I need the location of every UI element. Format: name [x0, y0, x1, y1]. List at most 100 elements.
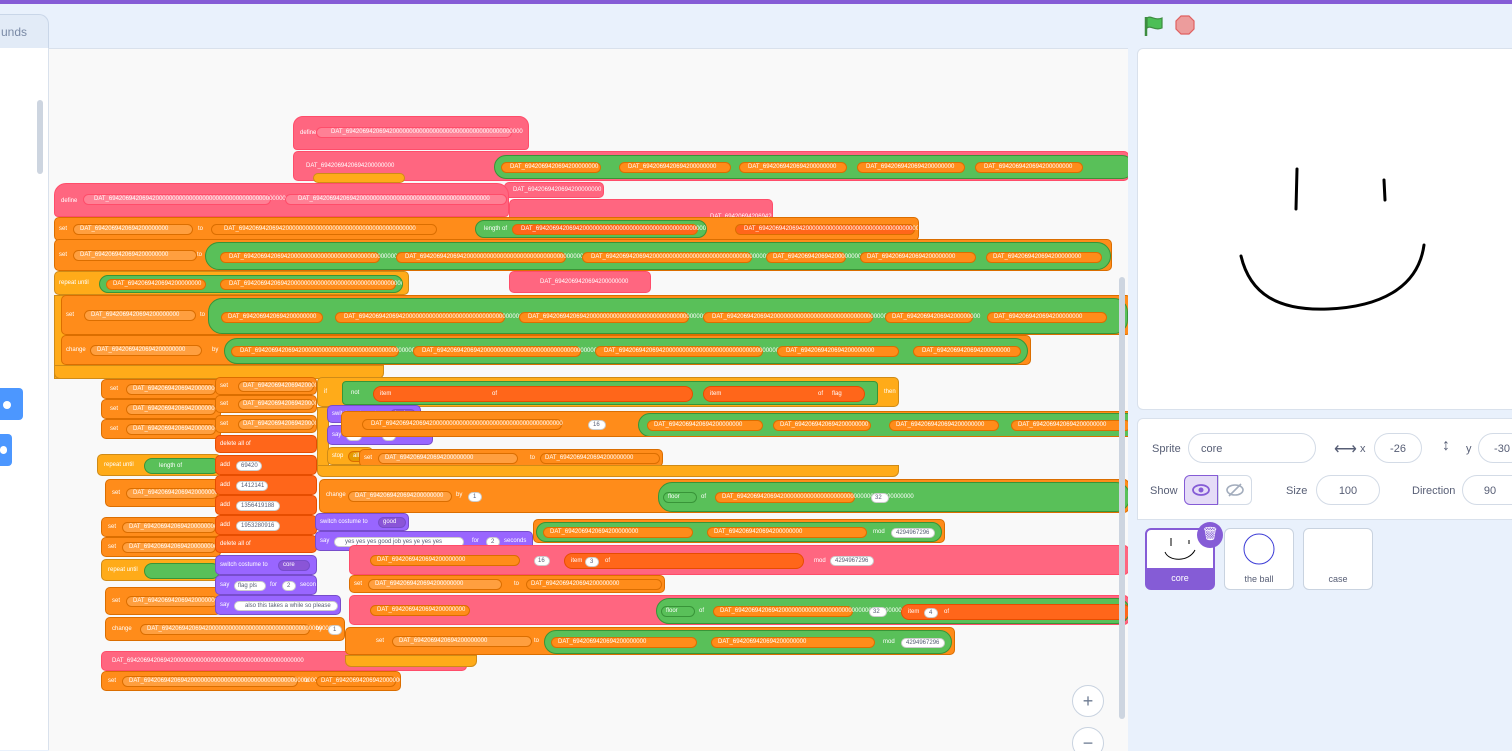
- reporter[interactable]: DAT_6942069420694200000000: [777, 346, 899, 357]
- var-dropdown[interactable]: DAT_6942069420694200000000: [126, 404, 220, 415]
- reporter[interactable]: DAT_6942069420694200000000: [647, 420, 763, 431]
- number-input[interactable]: 4294967296: [891, 528, 935, 538]
- reporter[interactable]: DAT_6942069420694200000000: [766, 252, 861, 263]
- sprite-thumb-case[interactable]: case: [1303, 528, 1373, 590]
- floor-dropdown[interactable]: floor: [661, 606, 695, 617]
- define-arg[interactable]: DAT_694206942069420000000000000000000000…: [316, 127, 523, 138]
- set-block-8[interactable]: set DAT_6942069420694200000000: [101, 517, 221, 537]
- reporter[interactable]: DAT_694206942069420000000000000000000000…: [413, 346, 614, 357]
- var-dropdown[interactable]: DAT_6942069420694200000000: [126, 424, 220, 435]
- switch-costume-good[interactable]: switch costume to good: [315, 513, 409, 531]
- delete-sprite-button[interactable]: 🗑: [1197, 522, 1223, 548]
- show-hidden-button[interactable]: [1218, 475, 1252, 505]
- var-dropdown[interactable]: DAT_6942069420694200000000: [348, 491, 452, 502]
- item-op-3[interactable]: item 3 of: [564, 553, 804, 569]
- reporter[interactable]: DAT_6942069420694200000000: [857, 162, 965, 173]
- y-input[interactable]: -30: [1478, 433, 1512, 463]
- var-dropdown[interactable]: DAT_6942069420694200000000: [73, 224, 193, 235]
- reporter[interactable]: DAT_6942069420694200000000: [619, 162, 731, 173]
- item-op[interactable]: item of: [373, 386, 693, 402]
- size-input[interactable]: 100: [1316, 475, 1380, 505]
- set-block-m2[interactable]: set DAT_6942069420694200000000: [215, 395, 317, 413]
- reporter[interactable]: DAT_694206942069420000000000000000000000…: [595, 346, 796, 357]
- set-block-15[interactable]: set DAT_6942069420694200000000 to DAT_69420…: [345, 627, 955, 655]
- sprite-thumb-the-ball[interactable]: the ball: [1224, 528, 1294, 590]
- set-block-7[interactable]: set DAT_6942069420694200000000: [105, 479, 221, 507]
- set-block-5[interactable]: set DAT_6942069420694200000000: [101, 399, 221, 419]
- code-workspace[interactable]: define DAT_69420694206942000000000000000…: [49, 48, 1128, 751]
- number-input[interactable]: 16: [588, 420, 606, 430]
- number-input[interactable]: 1412141: [236, 481, 268, 491]
- reporter[interactable]: DAT_6942069420694200000000: [711, 637, 875, 648]
- switch-costume-core[interactable]: switch costume to core: [215, 555, 317, 575]
- reporter[interactable]: DAT_6942069420694200000000: [540, 453, 660, 464]
- number-input[interactable]: 1: [468, 492, 482, 502]
- length-op[interactable]: length of DAT_694206942069420000000000000…: [475, 220, 707, 238]
- number-input[interactable]: 4294967296: [830, 556, 874, 566]
- call-block-5[interactable]: DAT_6942069420694200000000 16 item 3 of mod 42…: [349, 545, 1128, 575]
- reporter[interactable]: DAT_6942069420694200000000: [975, 162, 1083, 173]
- reporter[interactable]: DAT_6942069420694200000000: [316, 676, 400, 687]
- change-block-2[interactable]: change DAT_694206942069420000000000000000…: [105, 617, 345, 641]
- set-block-big[interactable]: DAT_694206942069420000000000000000000000…: [341, 411, 1128, 437]
- length-op[interactable]: length of: [144, 458, 220, 474]
- add-block-3[interactable]: add 1356419188: [215, 495, 317, 515]
- reporter[interactable]: DAT_694206942069420000000000000000000000…: [211, 224, 437, 235]
- call-block-back[interactable]: DAT_6942069420694200000000 DAT_694206942…: [293, 151, 1128, 181]
- set-block-6[interactable]: set DAT_6942069420694200000000: [101, 419, 221, 439]
- define-main-arg2[interactable]: DAT_694206942069420000000000000000000000…: [285, 194, 507, 205]
- number-input[interactable]: 32: [871, 493, 889, 503]
- reporter[interactable]: DAT_694206942069420000000000000000000000…: [519, 312, 720, 323]
- repeat-until-2[interactable]: repeat until length of: [97, 454, 221, 476]
- reporter[interactable]: DAT_6942069420694200000000: [885, 312, 980, 323]
- reporter[interactable]: DAT_694206942069420000000000000000000000…: [220, 279, 402, 290]
- set-block-2[interactable]: set DAT_6942069420694200000000 to DAT_69…: [54, 239, 1112, 271]
- mod-op-2[interactable]: DAT_6942069420694200000000 DAT_6942069420…: [544, 630, 952, 654]
- sprite-name-input[interactable]: core: [1188, 433, 1316, 463]
- number-input[interactable]: 1: [328, 625, 342, 635]
- var-dropdown[interactable]: DAT_6942069420694200000000: [73, 250, 197, 261]
- change-block[interactable]: change DAT_6942069420694200000000 by DAT…: [61, 335, 1031, 365]
- reporter[interactable]: DAT_694206942069420000000000000000000000…: [362, 419, 563, 430]
- text-input[interactable]: also this takes a while so please: [234, 601, 338, 611]
- delete-all-block[interactable]: delete all of: [215, 435, 317, 453]
- number-input[interactable]: 1356419188: [236, 501, 280, 511]
- show-visible-button[interactable]: [1184, 475, 1218, 505]
- var-dropdown[interactable]: DAT_6942069420694200000000: [90, 345, 202, 356]
- define-block-main[interactable]: define DAT_69420694206942000000000000000…: [54, 183, 509, 217]
- set-block-m3[interactable]: set DAT_6942069420694200000000: [215, 415, 317, 433]
- operator-chain-4[interactable]: DAT_694206942069420000000000000000000000…: [224, 338, 1028, 364]
- var-dropdown[interactable]: DAT_694206942069420000000000000000000000…: [122, 676, 321, 687]
- operator-chain-3[interactable]: DAT_6942069420694200000000 DAT_694206942…: [208, 298, 1128, 334]
- change-block-3[interactable]: change DAT_6942069420694200000000 by 1 f…: [319, 479, 1128, 513]
- var-dropdown[interactable]: DAT_6942069420694200000000: [126, 596, 220, 607]
- var-dropdown[interactable]: DAT_6942069420694200000000: [126, 384, 220, 395]
- reporter[interactable]: DAT_6942069420694200000000: [913, 346, 1021, 357]
- var-dropdown[interactable]: DAT_6942069420694200000000: [238, 419, 316, 430]
- item-op-4[interactable]: item 4 of: [901, 604, 1128, 620]
- if-block[interactable]: if not item of item of flag then: [317, 377, 899, 407]
- var-dropdown[interactable]: DAT_6942069420694200000000: [392, 636, 532, 647]
- operator-chain-1[interactable]: DAT_6942069420694200000000 DAT_694206942…: [494, 155, 1128, 179]
- not-op[interactable]: not item of item of flag: [342, 381, 878, 405]
- call-block-3[interactable]: DAT_6942069420694200000000: [509, 271, 651, 293]
- control-stub[interactable]: [313, 173, 405, 183]
- add-block-4[interactable]: add 1953280916: [215, 515, 317, 535]
- zoom-in-button[interactable]: +: [1072, 685, 1104, 717]
- reporter[interactable]: DAT_6942069420694200000000: [889, 420, 999, 431]
- define-main-arg[interactable]: DAT_694206942069420000000000000000000000…: [83, 194, 286, 205]
- var-dropdown[interactable]: DAT_6942069420694200000000: [238, 399, 316, 410]
- set-block-1[interactable]: set DAT_6942069420694200000000 to DAT_69…: [54, 217, 919, 241]
- reporter[interactable]: DAT_6942069420694200000000: [370, 555, 520, 566]
- var-dropdown[interactable]: DAT_694206942069420000000000000000000000…: [140, 624, 339, 635]
- number-input[interactable]: 69420: [236, 461, 262, 471]
- reporter[interactable]: DAT_694206942069420000000000000000000000…: [396, 252, 597, 263]
- number-input[interactable]: 4: [924, 608, 938, 618]
- var-dropdown[interactable]: DAT_6942069420694200000000: [126, 488, 220, 499]
- reporter[interactable]: DAT_6942069420694200000000: [221, 312, 323, 323]
- set-block-14[interactable]: set DAT_6942069420694200000000 to DAT_69420…: [349, 575, 665, 593]
- operator-chain-2[interactable]: DAT_694206942069420000000000000000000000…: [205, 242, 1111, 270]
- reporter[interactable]: DAT_6942069420694200000000: [526, 579, 662, 590]
- var-dropdown[interactable]: DAT_6942069420694200000000: [368, 579, 502, 590]
- say-also[interactable]: say also this takes a while so please: [215, 595, 341, 615]
